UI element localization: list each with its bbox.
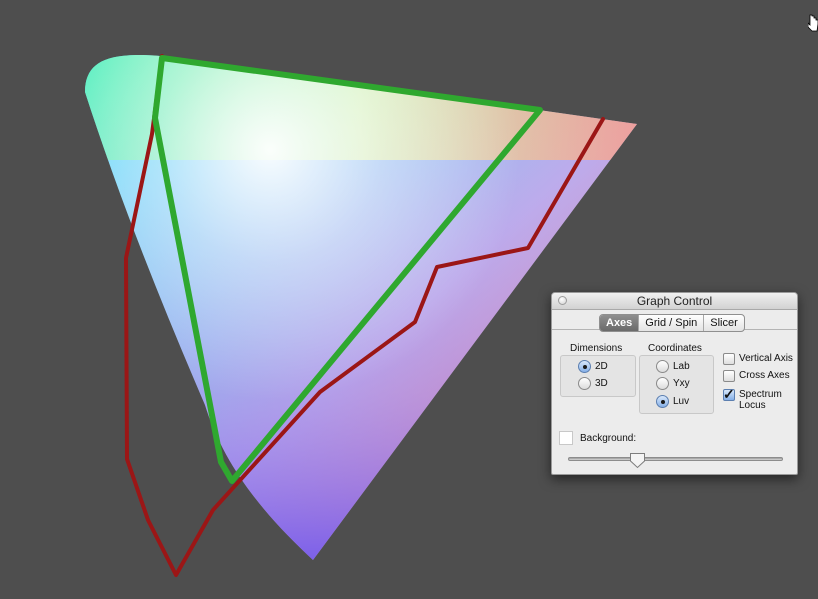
panel-titlebar[interactable]: Graph Control [552,293,797,310]
radio-lab[interactable]: Lab [656,360,690,373]
vertical-axis-label: Vertical Axis [739,353,793,364]
tab-bar: Axes Grid / Spin Slicer [599,314,745,332]
cross-axes-label: Cross Axes [739,370,790,381]
checkbox-spectrum-locus[interactable]: ✓ Spectrum Locus [723,386,789,411]
tab-axes[interactable]: Axes [600,315,639,331]
radio-2d-label: 2D [595,361,608,372]
cross-axes-checkbox[interactable] [723,370,735,382]
background-color-swatch[interactable] [559,431,573,445]
tab-slicer[interactable]: Slicer [703,315,744,331]
radio-luv-button[interactable] [656,395,669,408]
tab-grid-spin[interactable]: Grid / Spin [638,315,703,331]
radio-2d-button[interactable] [578,360,591,373]
radio-lab-label: Lab [673,361,690,372]
panel-title: Graph Control [636,294,713,308]
radio-luv[interactable]: Luv [656,395,689,408]
background-slider-thumb[interactable] [629,452,646,469]
coordinates-label: Coordinates [648,343,702,354]
graph-control-panel: Graph Control Axes Grid / Spin Slicer Di… [551,292,798,475]
radio-yxy-label: Yxy [673,378,690,389]
checkbox-cross-axes[interactable]: Cross Axes [723,370,790,382]
radio-3d-label: 3D [595,378,608,389]
radio-3d[interactable]: 3D [578,377,608,390]
radio-3d-button[interactable] [578,377,591,390]
checkmark-icon: ✓ [723,386,735,402]
checkbox-vertical-axis[interactable]: Vertical Axis [723,353,793,365]
radio-luv-label: Luv [673,396,690,407]
dimensions-label: Dimensions [570,343,623,354]
radio-2d[interactable]: 2D [578,360,608,373]
background-label: Background: [580,433,637,444]
spectrum-locus-label: Spectrum Locus [739,389,782,411]
hand-cursor-icon [808,14,818,32]
radio-yxy-button[interactable] [656,377,669,390]
radio-lab-button[interactable] [656,360,669,373]
radio-yxy[interactable]: Yxy [656,377,690,390]
vertical-axis-checkbox[interactable] [723,353,735,365]
background-slider-track[interactable] [568,457,783,461]
spectrum-locus-checkbox[interactable]: ✓ [723,386,735,402]
